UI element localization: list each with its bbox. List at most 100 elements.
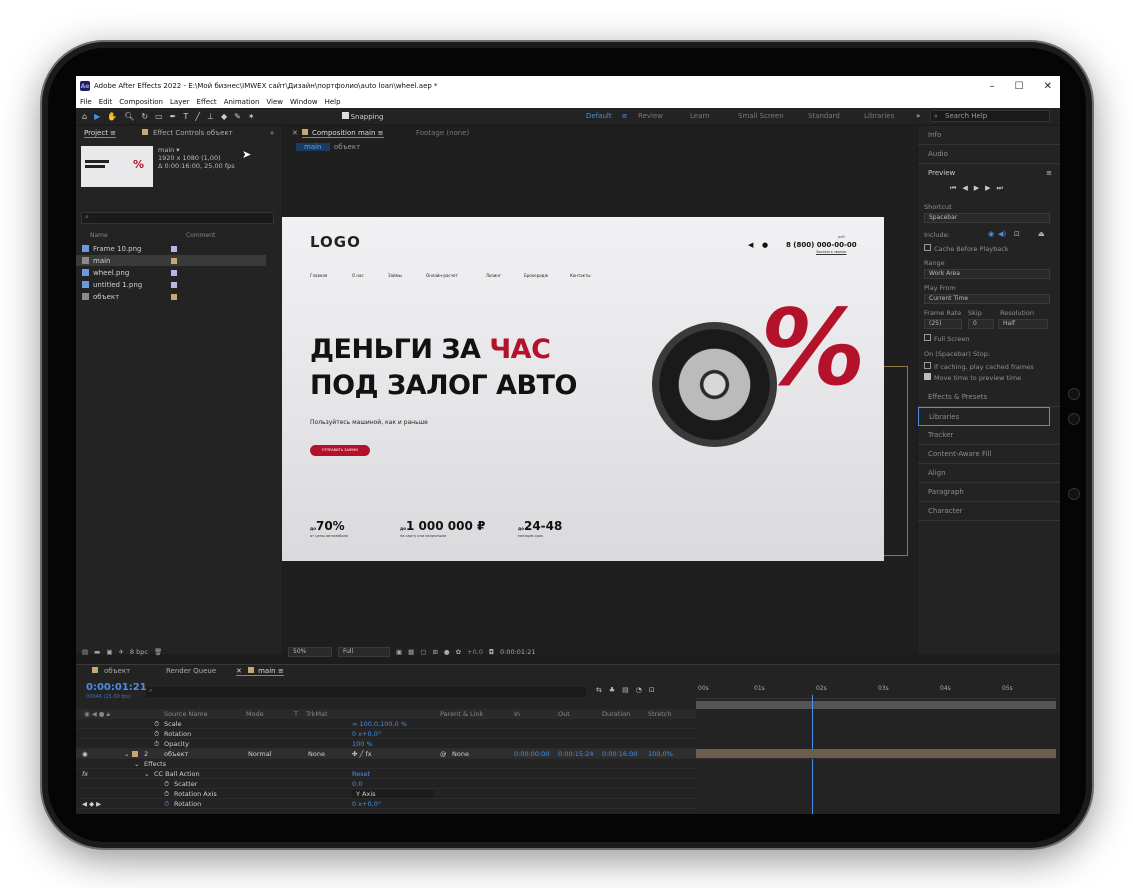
menu-file[interactable]: File — [80, 98, 92, 106]
project-search-input[interactable]: ⌕ — [81, 212, 274, 224]
rect-tool-icon[interactable]: ▭ — [155, 112, 163, 121]
effects-group-row[interactable]: ⌄ Effects — [76, 759, 696, 769]
property-value[interactable]: 100 % — [352, 740, 373, 748]
content-aware-fill-panel[interactable]: Content-Aware Fill — [918, 445, 1060, 464]
preview-resolution-select[interactable]: Half — [998, 319, 1048, 329]
composition-tab[interactable]: Composition main ≡ — [302, 129, 384, 138]
layer-duration-bar[interactable] — [696, 749, 1056, 759]
new-comp-icon[interactable]: ▣ — [106, 648, 112, 656]
comp-mini-flowchart-icon[interactable]: ⇆ — [596, 686, 609, 694]
include-overlay-icon[interactable]: ⊡ — [1014, 230, 1020, 238]
timeline-tab-main[interactable]: ✕ main ≡ — [236, 667, 284, 676]
prev-frame-icon[interactable]: ◀ — [962, 184, 973, 192]
menu-layer[interactable]: Layer — [170, 98, 190, 106]
layer-stretch[interactable]: 100,0% — [648, 750, 673, 758]
if-caching-checkbox[interactable]: If caching, play cached frames — [924, 362, 1034, 371]
visibility-icon[interactable]: ◉ — [82, 750, 88, 758]
exposure-icon[interactable]: ✿ — [456, 648, 461, 656]
tracker-panel[interactable]: Tracker — [918, 426, 1060, 445]
zoom-tool-icon[interactable]: 🔍︎ — [124, 112, 134, 121]
project-item-selected[interactable]: main — [76, 255, 266, 266]
cache-checkbox[interactable]: Cache Before Playback — [924, 244, 1009, 253]
layer-trkmat-select[interactable]: None — [308, 750, 325, 758]
trash-icon[interactable]: 🗑︎ — [154, 648, 162, 656]
preview-menu-icon[interactable]: ≡ — [1046, 164, 1052, 183]
transparency-grid-icon[interactable]: ▦ — [408, 648, 414, 656]
menu-animation[interactable]: Animation — [224, 98, 260, 106]
menu-edit[interactable]: Edit — [99, 98, 113, 106]
range-select[interactable]: Work Area — [924, 269, 1050, 279]
audio-panel[interactable]: Audio — [918, 145, 1060, 164]
property-row[interactable]: ⏱ Opacity 100 % — [76, 739, 696, 749]
workspace-review[interactable]: Review — [638, 108, 663, 124]
menu-effect[interactable]: Effect — [197, 98, 217, 106]
col-parent[interactable]: Parent & Link — [440, 710, 483, 718]
effect-row[interactable]: fx ⌄ CC Ball Action Reset — [76, 769, 696, 779]
col-t[interactable]: T — [294, 710, 298, 718]
menu-window[interactable]: Window — [290, 98, 318, 106]
hand-tool-icon[interactable]: ✋ — [107, 112, 117, 121]
col-in[interactable]: In — [514, 710, 520, 718]
snapping-toggle[interactable]: Snapping — [341, 111, 383, 121]
layer-out[interactable]: 0:00:15:24 — [558, 750, 594, 758]
project-item[interactable]: Frame 10.png — [76, 243, 266, 254]
graph-editor-icon[interactable]: ⊡ — [649, 686, 662, 694]
flowchart-icon[interactable]: ✈ — [118, 648, 123, 656]
stopwatch-active-icon[interactable]: ⏱ — [164, 800, 169, 809]
workspace-standard[interactable]: Standard — [808, 108, 840, 124]
minimize-button[interactable]: – — [990, 81, 995, 92]
col-duration[interactable]: Duration — [602, 710, 630, 718]
workspace-menu-icon[interactable]: ≡ — [622, 112, 628, 120]
workspace-default[interactable]: Default ≡ — [586, 108, 627, 124]
layer-mode-select[interactable]: Normal — [248, 750, 272, 758]
character-panel[interactable]: Character — [918, 502, 1060, 521]
eraser-tool-icon[interactable]: ◆ — [221, 112, 227, 121]
layer-duration[interactable]: 0:00:16:00 — [602, 750, 638, 758]
workspace-small-screen[interactable]: Small Screen — [738, 108, 784, 124]
maximize-button[interactable]: ☐ — [1015, 81, 1024, 92]
layer-name[interactable]: объект — [164, 750, 188, 758]
stopwatch-icon[interactable]: ⏱ — [154, 730, 159, 739]
menu-view[interactable]: View — [266, 98, 283, 106]
layer-row[interactable]: ◉ ⌄ 2 объект Normal None ✤ ╱ fx @ None 0… — [76, 749, 696, 759]
property-value[interactable]: ∞ 100,0,100,0 % — [352, 720, 407, 728]
align-panel[interactable]: Align — [918, 464, 1060, 483]
channel-icon[interactable]: ● — [444, 648, 450, 656]
paragraph-panel[interactable]: Paragraph — [918, 483, 1060, 502]
effect-property-row[interactable]: ⏱ Scatter 0,0 — [76, 779, 696, 789]
rotation-axis-select[interactable]: Y Axis — [352, 790, 434, 798]
roto-tool-icon[interactable]: ✎ — [234, 112, 241, 121]
layer-switches-icon[interactable]: ✤ ╱ fx — [352, 750, 372, 758]
shortcut-select[interactable]: Spacebar — [924, 213, 1050, 223]
timeline-search-input[interactable]: ⌕ — [146, 687, 586, 697]
info-panel[interactable]: Info — [918, 126, 1060, 145]
col-source-name[interactable]: Source Name — [164, 710, 208, 718]
skip-select[interactable]: 0 — [968, 319, 994, 329]
col-out[interactable]: Out — [558, 710, 570, 718]
workspace-libraries[interactable]: Libraries — [864, 108, 894, 124]
include-audio-icon[interactable]: ◀) — [998, 230, 1006, 238]
last-frame-icon[interactable]: ⏭ — [996, 184, 1008, 192]
effects-presets-panel[interactable]: Effects & Presets — [918, 388, 1060, 407]
current-timecode[interactable]: 0:00:01:21 — [86, 682, 147, 693]
bit-depth-button[interactable]: 8 bpc — [130, 648, 148, 656]
next-frame-icon[interactable]: ▶ — [985, 184, 996, 192]
col-comment-header[interactable]: Comment — [186, 232, 215, 239]
frame-blend-icon[interactable]: ▤ — [622, 686, 636, 694]
stopwatch-icon[interactable]: ⏱ — [154, 720, 159, 729]
resolution-select[interactable]: Full — [338, 647, 390, 657]
property-row[interactable]: ⏱ Rotation 0 x+0,0° — [76, 729, 696, 739]
layer-label-swatch[interactable] — [132, 751, 138, 757]
stamp-tool-icon[interactable]: ⊥ — [207, 112, 214, 121]
shy-icon[interactable]: ♣ — [609, 686, 622, 694]
effect-property-row[interactable]: ⏱ Rotation Axis Y Axis — [76, 789, 696, 799]
interpret-footage-icon[interactable]: ▤ — [82, 648, 88, 656]
reset-button[interactable]: Reset — [352, 770, 370, 778]
pen-tool-icon[interactable]: ✒ — [170, 112, 177, 121]
layer-parent-select[interactable]: None — [452, 750, 469, 758]
project-item[interactable]: untitled 1.png — [76, 279, 266, 290]
preview-panel[interactable]: Preview ≡ — [918, 164, 1060, 183]
selection-tool-icon[interactable]: ▶ — [94, 112, 100, 121]
zoom-select[interactable]: 50% — [288, 647, 332, 657]
layer-in[interactable]: 0:00:00:00 — [514, 750, 550, 758]
